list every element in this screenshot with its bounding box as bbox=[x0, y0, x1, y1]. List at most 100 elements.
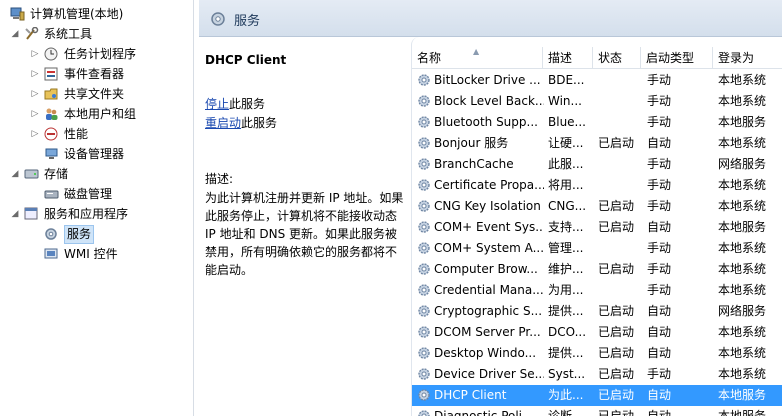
table-row[interactable]: DCOM Server Pr... DCO... 已启动 自动 本地系统 bbox=[412, 322, 782, 343]
service-gear-icon bbox=[417, 388, 431, 402]
service-startup-type-cell: 手动 bbox=[647, 157, 672, 171]
sort-ascending-icon: ▲ bbox=[473, 47, 480, 56]
content-header: 服务 bbox=[199, 0, 782, 37]
tree-item[interactable]: ◢ 系统工具 bbox=[0, 24, 193, 44]
service-name-cell: CNG Key Isolation bbox=[434, 199, 541, 213]
tree-item[interactable]: 设备管理器 bbox=[0, 144, 193, 164]
service-status-cell: 已启动 bbox=[598, 325, 635, 339]
column-description-label: 描述 bbox=[548, 51, 573, 65]
tree-item[interactable]: 服务 bbox=[0, 224, 193, 244]
collapsed-arrow-icon[interactable]: ▷ bbox=[30, 64, 40, 84]
service-status-cell bbox=[598, 175, 644, 196]
column-status-header[interactable]: 状态 bbox=[593, 47, 641, 69]
column-startup-type-header[interactable]: 启动类型 bbox=[641, 47, 713, 69]
table-row[interactable]: Desktop Windo... 提供... 已启动 自动 本地系统 bbox=[412, 343, 782, 364]
table-row[interactable]: Block Level Back... Win... 手动 本地系统 bbox=[412, 91, 782, 112]
column-name-label: 名称 bbox=[417, 51, 442, 65]
table-row[interactable]: Bluetooth Supp... Blue... 手动 本地服务 bbox=[412, 112, 782, 133]
table-row[interactable]: Credential Mana... 为用... 手动 本地系统 bbox=[412, 280, 782, 301]
table-row[interactable]: CNG Key Isolation CNG... 已启动 手动 本地系统 bbox=[412, 196, 782, 217]
restart-service-link[interactable]: 重启动 bbox=[205, 116, 241, 130]
service-status-cell bbox=[598, 280, 644, 301]
tree-item[interactable]: ▷ 任务计划程序 bbox=[0, 44, 193, 64]
service-logon-as-cell: 本地系统 bbox=[718, 262, 767, 276]
collapsed-arrow-icon[interactable]: ▷ bbox=[30, 44, 40, 64]
service-status-cell bbox=[598, 154, 644, 175]
expanded-arrow-icon[interactable]: ◢ bbox=[10, 24, 20, 44]
tree-item[interactable]: ◢ 存储 bbox=[0, 164, 193, 184]
tree-item[interactable]: ▷ 性能 bbox=[0, 124, 193, 144]
service-gear-icon bbox=[417, 178, 431, 192]
table-row[interactable]: DHCP Client 为此... 已启动 自动 本地服务 bbox=[412, 385, 782, 406]
table-row[interactable]: COM+ Event Sys... 支持... 已启动 自动 本地服务 bbox=[412, 217, 782, 238]
shared-folder-icon bbox=[44, 87, 59, 101]
collapsed-arrow-icon[interactable]: ▷ bbox=[30, 124, 40, 144]
tree-item[interactable]: 磁盘管理 bbox=[0, 184, 193, 204]
column-startup-type-label: 启动类型 bbox=[646, 51, 695, 65]
table-row[interactable]: Computer Brow... 维护... 已启动 手动 本地系统 bbox=[412, 259, 782, 280]
service-description-cell: 让硬... bbox=[548, 136, 584, 150]
service-status-cell: 已启动 bbox=[598, 199, 635, 213]
collapsed-arrow-icon[interactable]: ▷ bbox=[30, 104, 40, 124]
storage-icon bbox=[24, 167, 39, 181]
table-row[interactable]: Cryptographic S... 提供... 已启动 自动 网络服务 bbox=[412, 301, 782, 322]
tree-item[interactable]: ▷ 本地用户和组 bbox=[0, 104, 193, 124]
services-gear-icon bbox=[44, 227, 59, 241]
table-row[interactable]: Device Driver Se... Syst... 已启动 手动 本地系统 bbox=[412, 364, 782, 385]
tree-item-label: 共享文件夹 bbox=[64, 87, 125, 101]
services-list[interactable]: 名称 ▲ 描述 状态 启动类型 登录为 BitLocker Drive ... B… bbox=[411, 37, 782, 416]
tree-item-label: 服务 bbox=[64, 225, 95, 244]
service-gear-icon bbox=[417, 367, 431, 381]
service-startup-type-cell: 自动 bbox=[647, 388, 672, 402]
service-gear-icon bbox=[417, 115, 431, 129]
service-status-cell: 已启动 bbox=[598, 220, 635, 234]
table-row[interactable]: Certificate Propa... 将用... 手动 本地系统 bbox=[412, 175, 782, 196]
service-description-cell: BDE... bbox=[548, 73, 585, 87]
service-status-cell: 已启动 bbox=[598, 304, 635, 318]
service-description-cell: 管理... bbox=[548, 241, 584, 255]
console-tree[interactable]: 计算机管理(本地) ◢ 系统工具 ▷ 任务计划程序 ▷ 事件查看器 ▷ 共享文件夹 ▷ 本地用户和… bbox=[0, 0, 194, 416]
service-name-cell: Cryptographic S... bbox=[434, 304, 543, 318]
service-name-cell: Computer Brow... bbox=[434, 262, 538, 276]
service-logon-as-cell: 网络服务 bbox=[718, 304, 767, 318]
service-description-cell: 支持... bbox=[548, 220, 584, 234]
collapsed-arrow-icon[interactable]: ▷ bbox=[30, 84, 40, 104]
service-gear-icon bbox=[417, 73, 431, 87]
stop-service-link[interactable]: 停止 bbox=[205, 97, 229, 111]
service-description-cell: Blue... bbox=[548, 115, 586, 129]
service-gear-icon bbox=[417, 220, 431, 234]
tree-item[interactable]: WMI 控件 bbox=[0, 244, 193, 264]
column-name-header[interactable]: 名称 ▲ bbox=[412, 47, 543, 69]
services-gear-icon bbox=[209, 10, 227, 31]
services-apps-icon bbox=[24, 207, 39, 221]
tree-item-label: 存储 bbox=[44, 167, 69, 181]
service-description-cell: 维护... bbox=[548, 262, 584, 276]
tree-item[interactable]: ▷ 共享文件夹 bbox=[0, 84, 193, 104]
service-startup-type-cell: 手动 bbox=[647, 73, 672, 87]
service-name-cell: BitLocker Drive ... bbox=[434, 73, 541, 87]
service-logon-as-cell: 本地系统 bbox=[718, 283, 767, 297]
table-row[interactable]: Bonjour 服务 让硬... 已启动 自动 本地系统 bbox=[412, 133, 782, 154]
service-gear-icon bbox=[417, 262, 431, 276]
service-status-cell: 已启动 bbox=[598, 409, 635, 416]
tree-item-label: 本地用户和组 bbox=[64, 107, 137, 121]
column-logon-as-header[interactable]: 登录为 bbox=[713, 47, 782, 69]
table-row[interactable]: BitLocker Drive ... BDE... 手动 本地系统 bbox=[412, 70, 782, 91]
service-name-cell: BranchCache bbox=[434, 157, 514, 171]
table-row[interactable]: COM+ System A... 管理... 手动 本地系统 bbox=[412, 238, 782, 259]
service-status-cell: 已启动 bbox=[598, 346, 635, 360]
tree-item[interactable]: ◢ 服务和应用程序 bbox=[0, 204, 193, 224]
column-description-header[interactable]: 描述 bbox=[543, 47, 593, 69]
expanded-arrow-icon[interactable]: ◢ bbox=[10, 164, 20, 184]
restart-service-suffix: 此服务 bbox=[241, 116, 278, 130]
expanded-arrow-icon[interactable]: ◢ bbox=[10, 204, 20, 224]
table-row[interactable]: BranchCache 此服... 手动 网络服务 bbox=[412, 154, 782, 175]
tree-item-label: 任务计划程序 bbox=[64, 47, 137, 61]
tree-item[interactable]: ▷ 事件查看器 bbox=[0, 64, 193, 84]
service-logon-as-cell: 本地系统 bbox=[718, 136, 767, 150]
service-name-cell: Block Level Back... bbox=[434, 94, 544, 108]
service-status-cell: 已启动 bbox=[598, 388, 635, 402]
service-status-cell bbox=[598, 112, 644, 133]
service-description-cell: 提供... bbox=[548, 346, 584, 360]
table-row[interactable]: Diagnostic Poli... 诊断... 已启动 自动 本地服务 bbox=[412, 406, 782, 416]
